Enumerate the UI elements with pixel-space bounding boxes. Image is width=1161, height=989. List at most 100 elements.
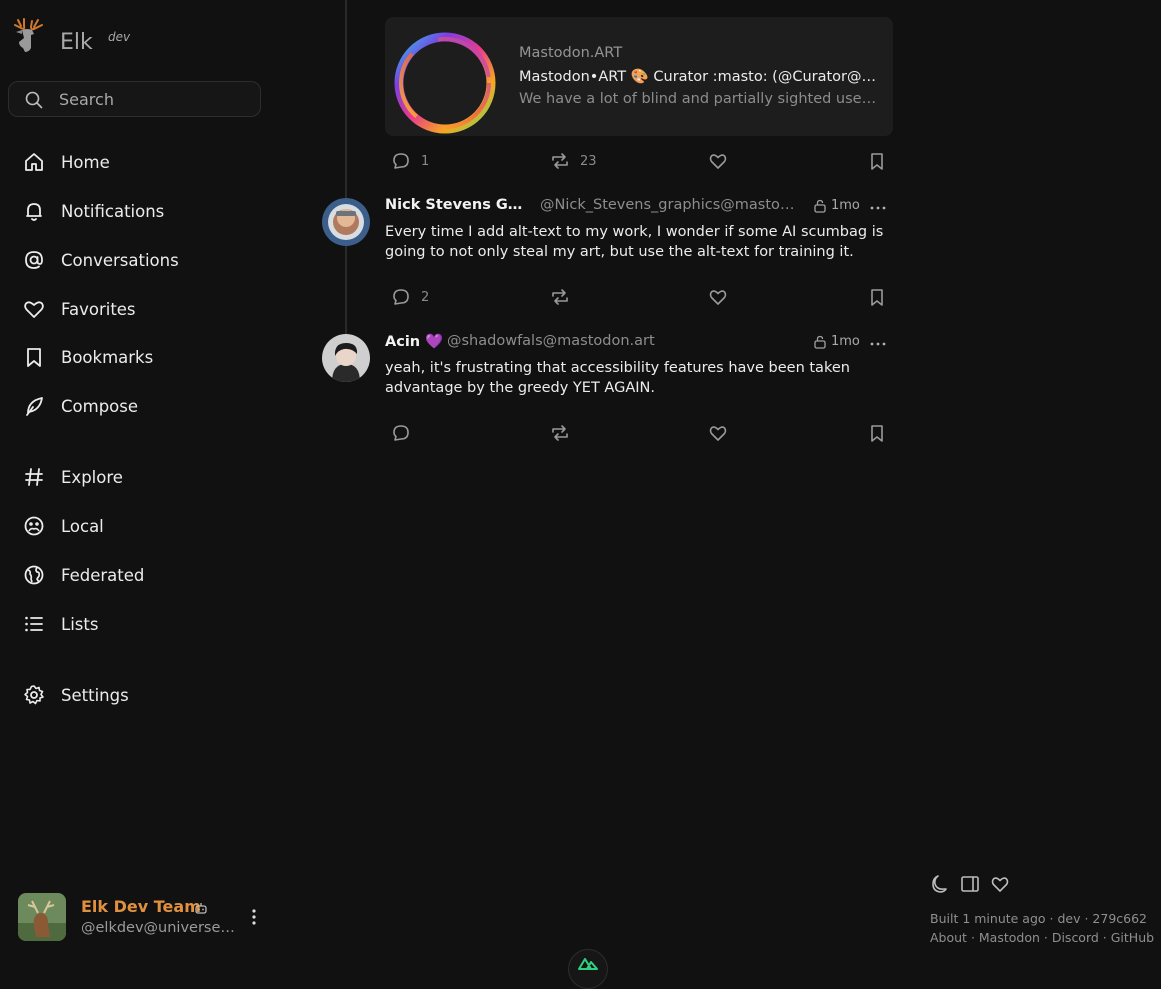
- more-vertical-icon[interactable]: [244, 907, 264, 927]
- heart-icon: [709, 290, 727, 305]
- at-sign-icon: [22, 248, 46, 272]
- nav-favorites-label: Favorites: [61, 299, 136, 319]
- post-time[interactable]: 1mo: [831, 198, 860, 213]
- post-actions: [385, 421, 895, 445]
- sidebar-toggle-icon[interactable]: [960, 874, 980, 894]
- bookmark-icon: [871, 289, 883, 306]
- post-avatar[interactable]: [322, 198, 370, 246]
- bookmark-button[interactable]: [867, 421, 887, 445]
- nav-conversations[interactable]: Conversations: [22, 244, 179, 276]
- reply-button[interactable]: 1: [391, 149, 429, 173]
- search-box[interactable]: Search: [8, 81, 261, 117]
- reply-count: 1: [421, 153, 430, 169]
- discord-link[interactable]: Discord: [1052, 930, 1099, 945]
- nav-home-label: Home: [61, 152, 110, 172]
- user-handle: @elkdev@universeodon.com: [81, 920, 237, 936]
- post-actions: 1 23: [385, 149, 895, 173]
- nav-home[interactable]: Home: [22, 146, 110, 178]
- nav-settings-label: Settings: [61, 685, 129, 705]
- boost-count: 23: [580, 153, 597, 169]
- reply-icon: [393, 153, 409, 169]
- favorite-button[interactable]: [708, 421, 728, 445]
- app-name: Elk: [60, 30, 93, 55]
- nav-settings[interactable]: Settings: [22, 679, 129, 711]
- bot-icon: [195, 903, 207, 914]
- nuxt-devtools-button[interactable]: [568, 949, 608, 989]
- footer-toolbar: [930, 874, 1010, 894]
- reply-button[interactable]: 2: [391, 285, 429, 309]
- search-input[interactable]: Search: [59, 90, 114, 109]
- post-header: Nick Stevens Graphics @Nick_Stevens_grap…: [385, 197, 895, 219]
- app-logo[interactable]: Elk dev: [12, 18, 130, 58]
- about-link[interactable]: About: [930, 930, 967, 945]
- user-avatar[interactable]: [18, 893, 66, 941]
- mastodon-link[interactable]: Mastodon: [979, 930, 1040, 945]
- boost-icon: [552, 153, 568, 169]
- reply-button[interactable]: [391, 421, 411, 445]
- post-content: Every time I add alt-text to my work, I …: [385, 224, 884, 260]
- nav-compose-label: Compose: [61, 396, 139, 416]
- home-icon: [22, 150, 46, 174]
- nav-bookmarks[interactable]: Bookmarks: [22, 341, 153, 373]
- post-time[interactable]: 1mo: [831, 334, 860, 349]
- dev-badge: dev: [108, 30, 131, 44]
- gear-icon: [22, 683, 46, 707]
- bookmark-icon: [871, 425, 883, 442]
- boost-icon: [552, 289, 568, 305]
- lock-icon: [814, 335, 826, 349]
- boost-button[interactable]: 23: [550, 149, 597, 173]
- footer-links: About · Mastodon · Discord · GitHub: [930, 930, 1154, 945]
- boost-icon: [552, 425, 568, 441]
- more-horizontal-icon[interactable]: [869, 335, 887, 353]
- thread-line: [345, 0, 347, 335]
- nav-federated[interactable]: Federated: [22, 559, 144, 591]
- boost-button[interactable]: [550, 421, 570, 445]
- post-handle[interactable]: @Nick_Stevens_graphics@mastodon.art: [540, 197, 800, 213]
- heart-icon: [22, 297, 46, 321]
- lock-icon: [814, 199, 826, 213]
- nav-explore[interactable]: Explore: [22, 461, 123, 493]
- nav-lists-label: Lists: [61, 614, 99, 634]
- nav-favorites[interactable]: Favorites: [22, 293, 136, 325]
- link-preview-card[interactable]: Mastodon.ART Mastodon•ART 🎨 Curator :mas…: [385, 17, 893, 136]
- nav-local[interactable]: Local: [22, 510, 104, 542]
- current-user[interactable]: Elk Dev Team @elkdev@universeodon.com: [18, 893, 268, 941]
- build-info: Built 1 minute ago · dev · 279c662: [930, 911, 1147, 926]
- heart-icon: [709, 426, 727, 441]
- post-author[interactable]: Acin 💜: [385, 333, 443, 350]
- nav-conversations-label: Conversations: [61, 250, 179, 270]
- post-avatar[interactable]: [322, 334, 370, 382]
- nav-notifications[interactable]: Notifications: [22, 195, 164, 227]
- github-link[interactable]: GitHub: [1111, 930, 1154, 945]
- bookmark-button[interactable]: [867, 285, 887, 309]
- reply-icon: [393, 425, 409, 441]
- search-icon: [25, 91, 43, 109]
- favorite-button[interactable]: [708, 285, 728, 309]
- nav-local-label: Local: [61, 516, 104, 536]
- bookmark-button[interactable]: [867, 149, 887, 173]
- separator: ·: [1039, 930, 1052, 945]
- nav-compose[interactable]: Compose: [22, 390, 138, 422]
- bookmark-icon: [22, 345, 46, 369]
- nav-lists[interactable]: Lists: [22, 608, 98, 640]
- heart-icon[interactable]: [990, 874, 1010, 894]
- elk-logo-icon: [14, 18, 43, 52]
- nav-notifications-label: Notifications: [61, 201, 165, 221]
- card-site: Mastodon.ART: [519, 45, 623, 61]
- post-handle[interactable]: @shadowfals@mastodon.art: [447, 333, 747, 349]
- boost-button[interactable]: [550, 285, 570, 309]
- sidebar: Elk dev Search Home Notifications Conver…: [0, 0, 280, 973]
- list-icon: [22, 612, 46, 636]
- post-header: Acin 💜 @shadowfals@mastodon.art 1mo: [385, 333, 895, 355]
- post-author[interactable]: Nick Stevens Graphics: [385, 197, 529, 213]
- favorite-button[interactable]: [708, 149, 728, 173]
- card-description: We have a lot of blind and partially sig…: [519, 91, 879, 107]
- heart-icon: [709, 154, 727, 169]
- card-title: Mastodon•ART 🎨 Curator :masto: (@Curator…: [519, 69, 879, 85]
- nav-federated-label: Federated: [61, 565, 145, 585]
- nuxt-logo-icon: [578, 958, 598, 970]
- user-display-name[interactable]: Elk Dev Team: [81, 897, 201, 916]
- separator: ·: [1098, 930, 1111, 945]
- moon-icon[interactable]: [930, 874, 950, 894]
- more-horizontal-icon[interactable]: [869, 199, 887, 217]
